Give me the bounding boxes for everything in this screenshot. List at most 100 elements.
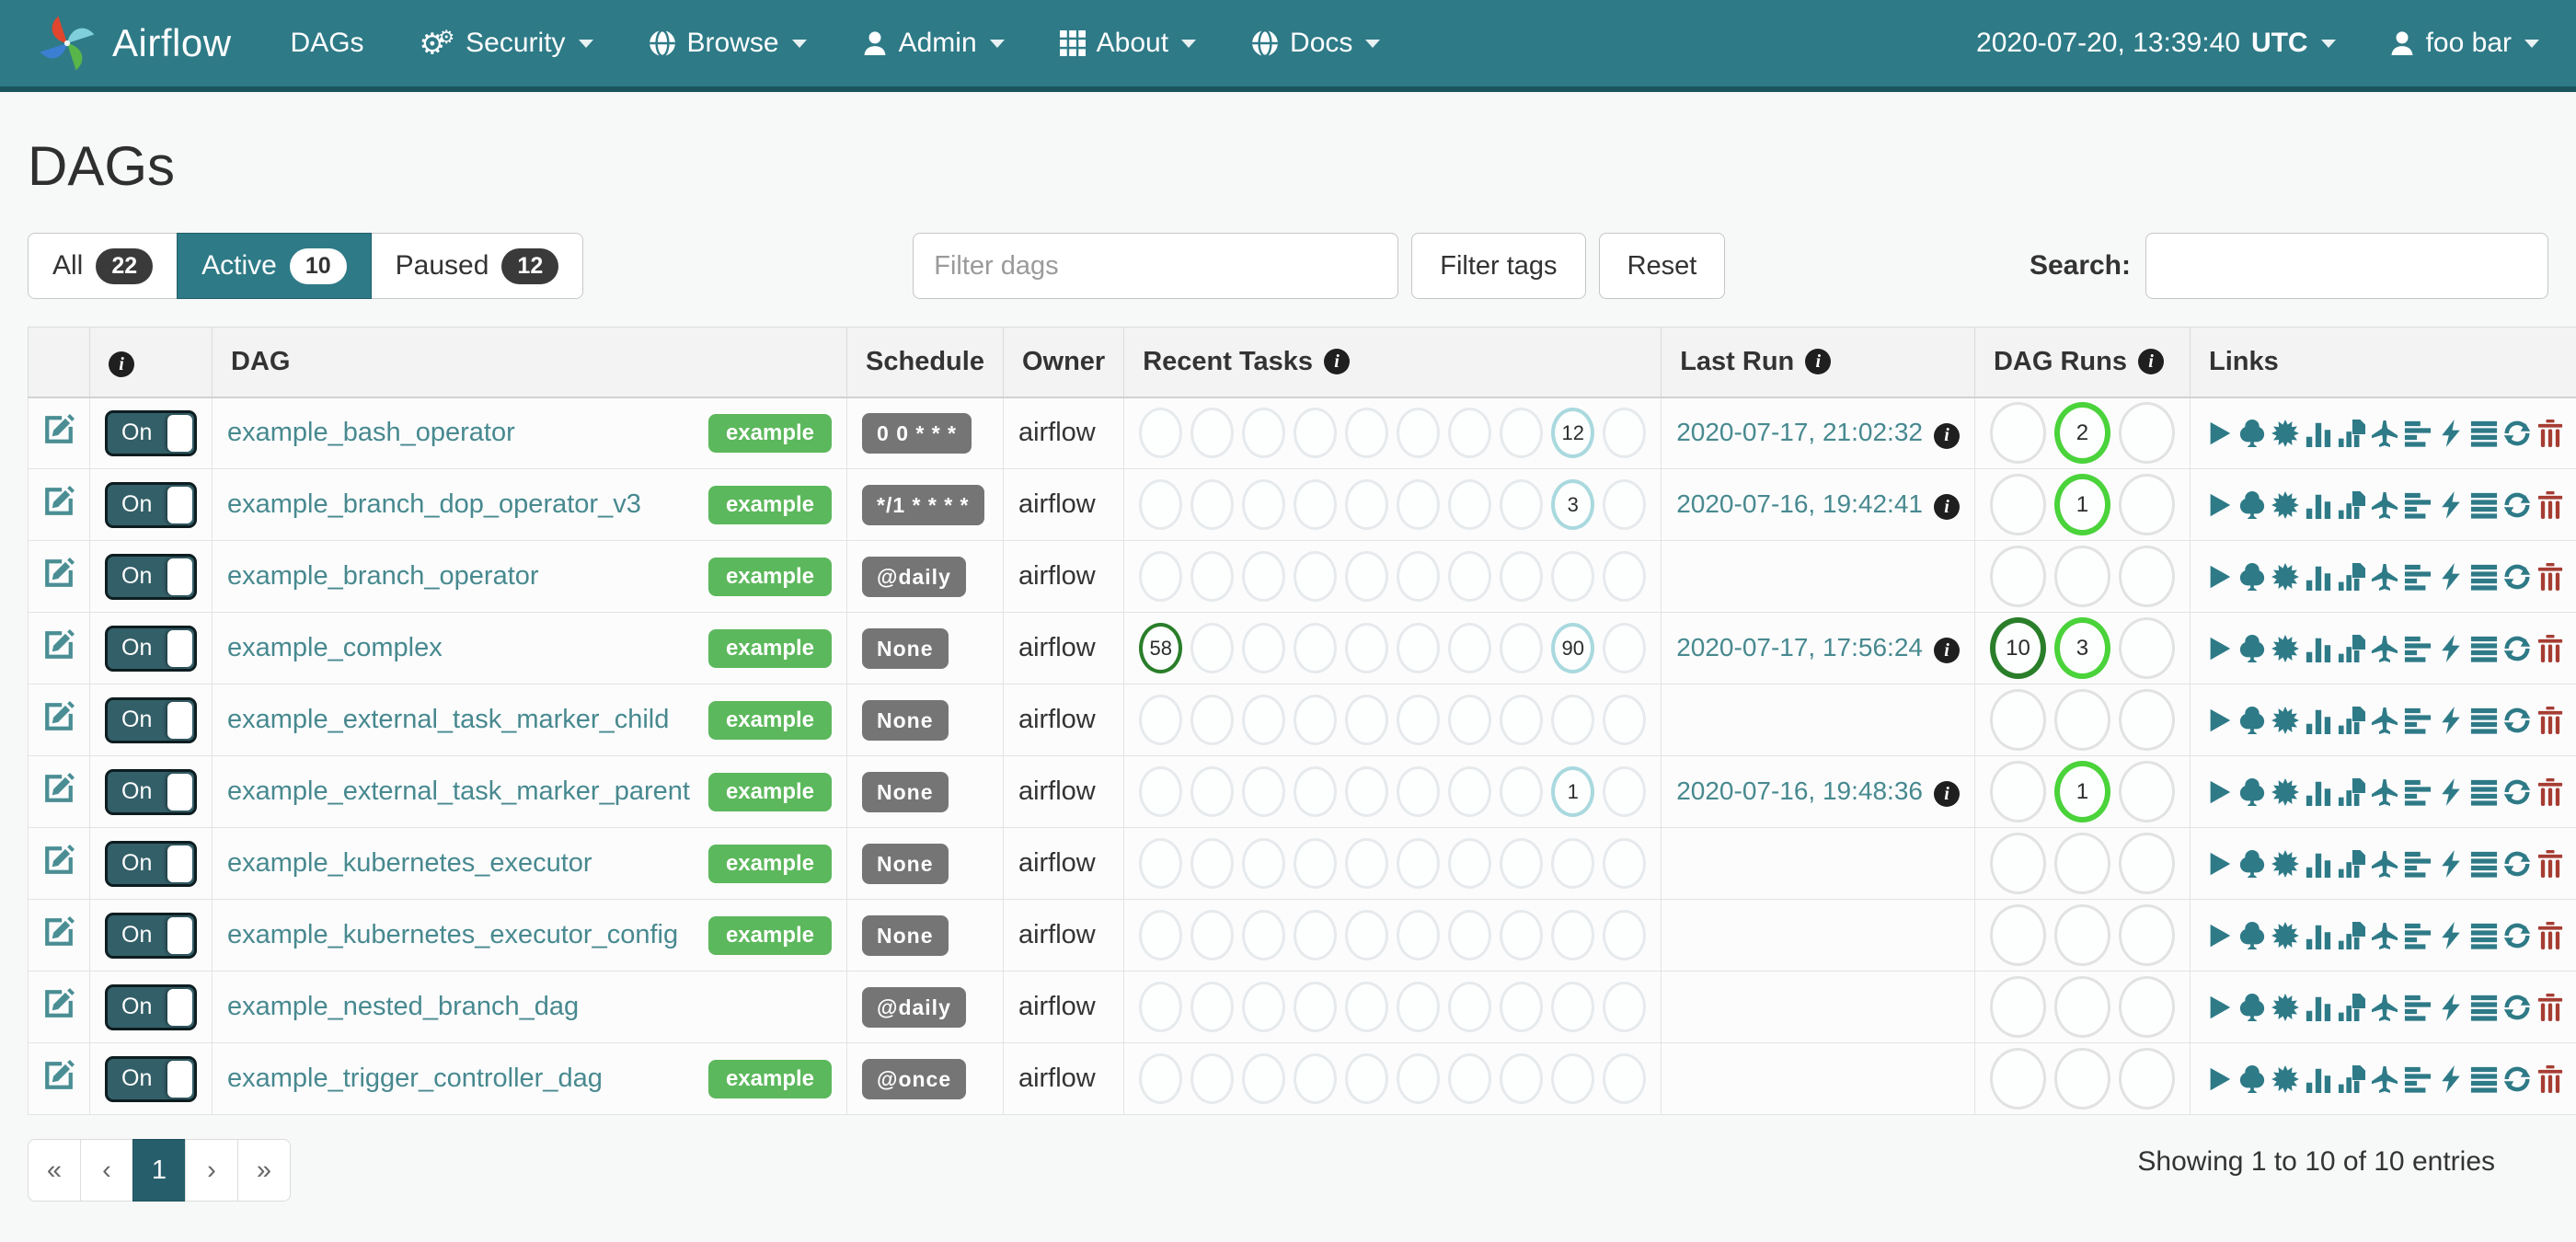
gantt-view-icon[interactable] [2404,850,2432,878]
dag-pause-toggle[interactable]: On [105,841,197,887]
code-view-icon[interactable] [2437,850,2465,878]
recent-task-running-circle[interactable] [1190,551,1234,602]
trigger-dag-icon[interactable] [2205,994,2233,1021]
dag-run-success-circle[interactable] [1990,904,2046,966]
dag-run-success-circle[interactable]: 10 [1990,617,2046,679]
dag-runs-column-header[interactable]: DAG Runsi [1974,328,2190,397]
recent-task-scheduled-circle[interactable] [1603,551,1646,602]
logs-icon[interactable] [2470,491,2498,519]
recent-task-upstream_failed-circle[interactable] [1294,982,1337,1032]
airflow-brand[interactable]: Airflow [37,13,232,74]
trigger-dag-icon[interactable] [2205,922,2233,949]
recent-task-up_for_retry-circle[interactable] [1397,623,1440,673]
recent-task-none-circle[interactable] [1551,695,1594,745]
recent-task-scheduled-circle[interactable] [1603,838,1646,889]
dag-name-link[interactable]: example_external_task_marker_child [227,705,669,735]
schedule-badge[interactable]: 0 0 * * * [862,413,972,454]
dag-pause-toggle[interactable]: On [105,697,197,743]
dag-tag-badge[interactable]: example [708,629,832,668]
recent-task-none-circle[interactable]: 1 [1551,766,1594,817]
code-view-icon[interactable] [2437,635,2465,662]
task-duration-icon[interactable] [2305,563,2332,591]
last-run-link[interactable]: 2020-07-16, 19:48:36 [1676,776,1923,805]
last-run-link[interactable]: 2020-07-17, 21:02:32 [1676,418,1923,446]
dag-run-failed-circle[interactable] [2119,474,2175,535]
recent-task-running-circle[interactable] [1190,838,1234,889]
recent-task-failed-circle[interactable] [1242,838,1285,889]
schedule-badge[interactable]: None [862,700,949,741]
task-duration-icon[interactable] [2305,994,2332,1021]
refresh-icon[interactable] [2503,778,2531,806]
dag-run-failed-circle[interactable] [2119,833,2175,894]
task-duration-icon[interactable] [2305,850,2332,878]
landing-times-icon[interactable] [2371,635,2398,662]
schedule-badge[interactable]: None [862,915,949,956]
dag-name-link[interactable]: example_kubernetes_executor [227,848,592,879]
trigger-dag-icon[interactable] [2205,707,2233,734]
edit-dag-icon[interactable] [43,773,75,804]
tree-view-icon[interactable] [2238,1065,2266,1093]
recent-task-success-circle[interactable] [1139,910,1182,960]
refresh-icon[interactable] [2503,1065,2531,1093]
logs-icon[interactable] [2470,420,2498,447]
dag-run-failed-circle[interactable] [2119,402,2175,464]
recent-task-up_for_retry-circle[interactable] [1397,479,1440,530]
graph-view-icon[interactable] [2271,707,2299,734]
task-duration-icon[interactable] [2305,922,2332,949]
recent-task-upstream_failed-circle[interactable] [1294,623,1337,673]
dag-tag-badge[interactable]: example [708,701,832,740]
tree-view-icon[interactable] [2238,994,2266,1021]
recent-task-skipped-circle[interactable] [1345,1053,1388,1104]
recent-task-upstream_failed-circle[interactable] [1294,479,1337,530]
recent-task-none-circle[interactable]: 90 [1551,623,1594,673]
recent-task-failed-circle[interactable] [1242,623,1285,673]
trigger-dag-icon[interactable] [2205,563,2233,591]
logs-icon[interactable] [2470,922,2498,949]
recent-task-skipped-circle[interactable] [1345,910,1388,960]
dag-pause-toggle[interactable]: On [105,769,197,815]
logs-icon[interactable] [2470,778,2498,806]
nav-item-security[interactable]: ⚙⚙ Security [420,28,593,59]
clock-dropdown[interactable]: 2020-07-20, 13:39:40 UTC [1976,28,2336,59]
user-menu[interactable]: foo bar [2389,28,2539,59]
dag-pause-toggle[interactable]: On [105,1056,197,1102]
dag-name-link[interactable]: example_kubernetes_executor_config [227,920,678,950]
recent-task-upstream_failed-circle[interactable] [1294,408,1337,458]
logs-icon[interactable] [2470,635,2498,662]
graph-view-icon[interactable] [2271,1065,2299,1093]
recent-task-upstream_failed-circle[interactable] [1294,695,1337,745]
recent-task-scheduled-circle[interactable] [1603,623,1646,673]
recent-task-skipped-circle[interactable] [1345,982,1388,1032]
dag-name-link[interactable]: example_complex [227,633,443,663]
recent-task-up_for_reschedule-circle[interactable] [1448,982,1491,1032]
task-tries-icon[interactable] [2338,850,2365,878]
gantt-view-icon[interactable] [2404,922,2432,949]
trigger-dag-icon[interactable] [2205,850,2233,878]
task-tries-icon[interactable] [2338,635,2365,662]
recent-task-skipped-circle[interactable] [1345,479,1388,530]
dag-run-failed-circle[interactable] [2119,1048,2175,1110]
recent-task-up_for_reschedule-circle[interactable] [1448,408,1491,458]
pagination-last-button[interactable]: » [237,1139,291,1202]
graph-view-icon[interactable] [2271,922,2299,949]
recent-task-success-circle[interactable] [1139,408,1182,458]
recent-task-failed-circle[interactable] [1242,479,1285,530]
dag-tag-badge[interactable]: example [708,414,832,453]
task-tries-icon[interactable] [2338,420,2365,447]
filter-dags-input[interactable] [913,233,1398,299]
delete-dag-icon[interactable] [2536,994,2564,1021]
recent-task-running-circle[interactable] [1190,408,1234,458]
recent-task-failed-circle[interactable] [1242,1053,1285,1104]
nav-item-admin[interactable]: Admin [862,28,1005,59]
filter-all-button[interactable]: All 22 [28,233,178,299]
graph-view-icon[interactable] [2271,563,2299,591]
delete-dag-icon[interactable] [2536,635,2564,662]
edit-dag-icon[interactable] [43,414,75,445]
recent-task-success-circle[interactable] [1139,695,1182,745]
dag-tag-badge[interactable]: example [708,558,832,596]
recent-task-up_for_reschedule-circle[interactable] [1448,1053,1491,1104]
recent-task-up_for_retry-circle[interactable] [1397,408,1440,458]
landing-times-icon[interactable] [2371,922,2398,949]
dag-tag-badge[interactable]: example [708,486,832,524]
logs-icon[interactable] [2470,994,2498,1021]
